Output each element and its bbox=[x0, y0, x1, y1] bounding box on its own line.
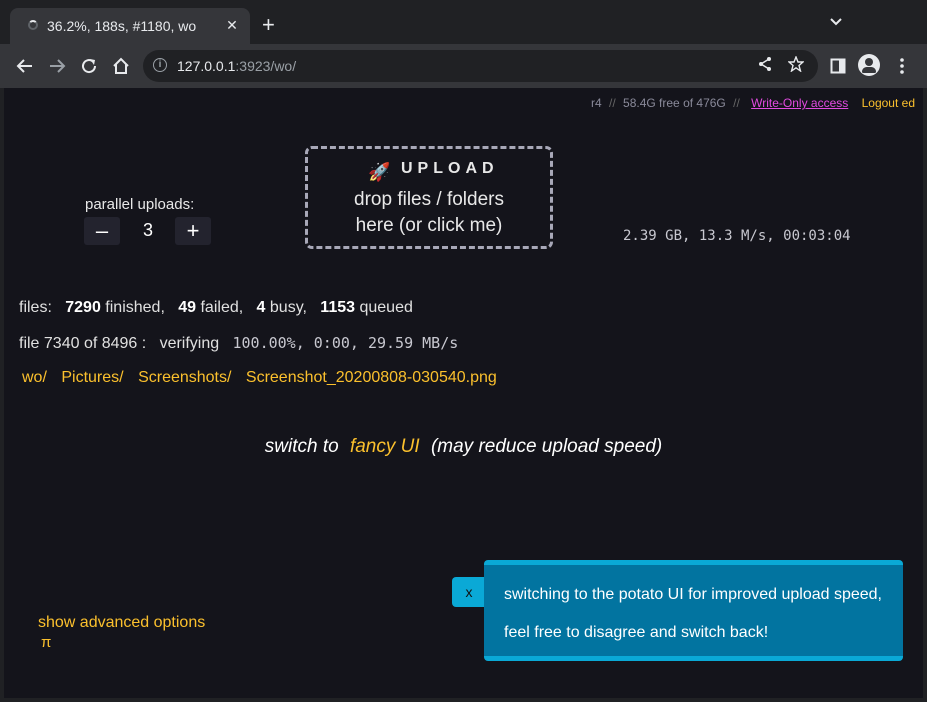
reload-icon[interactable] bbox=[77, 54, 101, 78]
address-bar[interactable]: i 127.0.0.1:3923/wo/ bbox=[143, 50, 818, 82]
parallel-uploads-label: parallel uploads: bbox=[85, 196, 195, 213]
file-index-label: file 7340 of 8496 : bbox=[19, 335, 147, 352]
toast-message-line2: feel free to disagree and switch back! bbox=[504, 624, 769, 641]
browser-tab[interactable]: 36.2%, 188s, #1180, wo ✕ bbox=[10, 8, 250, 44]
upload-hint-line2: here (or click me) bbox=[355, 215, 503, 236]
url-text[interactable]: 127.0.0.1:3923/wo/ bbox=[177, 58, 296, 74]
upload-hint-line1: drop files / folders bbox=[354, 189, 504, 210]
failed-label: failed, bbox=[200, 299, 244, 316]
file-progress: 100.00%, 0:00, 29.59 MB/s bbox=[232, 334, 459, 352]
file-status: verifying bbox=[159, 335, 220, 352]
loading-spinner-icon bbox=[28, 20, 38, 30]
queued-count: 1153 bbox=[320, 299, 356, 316]
browser-toolbar: i 127.0.0.1:3923/wo/ bbox=[0, 44, 927, 88]
server-info: r4 // 58.4G free of 476G // Write-Only a… bbox=[591, 96, 915, 110]
disk-space-label: 58.4G free of 476G bbox=[623, 96, 726, 110]
busy-label: busy, bbox=[269, 299, 307, 316]
fancy-ui-link[interactable]: fancy UI bbox=[350, 436, 420, 457]
tab-strip: 36.2%, 188s, #1180, wo ✕ + bbox=[0, 0, 927, 44]
close-tab-icon[interactable]: ✕ bbox=[222, 15, 242, 35]
access-level-link[interactable]: Write-Only access bbox=[751, 96, 848, 110]
forward-icon[interactable] bbox=[45, 54, 69, 78]
tab-title: 36.2%, 188s, #1180, wo bbox=[47, 18, 197, 34]
toast-message-line1: switching to the potato UI for improved … bbox=[504, 586, 882, 603]
switch-prefix: switch to bbox=[264, 436, 339, 457]
failed-count: 49 bbox=[178, 299, 197, 316]
star-icon[interactable] bbox=[787, 55, 805, 77]
page-content: r4 // 58.4G free of 476G // Write-Only a… bbox=[4, 88, 923, 698]
logout-link[interactable]: Logout ed bbox=[862, 96, 915, 110]
upload-dropzone[interactable]: 🚀 UPLOAD drop files / folders here (or c… bbox=[305, 146, 553, 249]
busy-count: 4 bbox=[256, 299, 266, 316]
new-tab-icon[interactable]: + bbox=[262, 14, 275, 36]
rocket-icon: 🚀 bbox=[368, 162, 391, 182]
increase-parallel-button[interactable]: + bbox=[175, 217, 211, 245]
toast-notification: switching to the potato UI for improved … bbox=[484, 560, 903, 661]
separator: // bbox=[733, 96, 740, 110]
tab-search-chevron-icon[interactable] bbox=[829, 14, 843, 30]
menu-icon[interactable] bbox=[890, 54, 914, 78]
breadcrumb-item[interactable]: Screenshots/ bbox=[138, 369, 231, 386]
finished-label: finished, bbox=[105, 299, 165, 316]
switch-suffix: (may reduce upload speed) bbox=[430, 436, 663, 457]
sidebar-icon[interactable] bbox=[826, 54, 850, 78]
breadcrumb: wo/ Pictures/ Screenshots/ Screenshot_20… bbox=[22, 369, 507, 387]
version-label: r4 bbox=[591, 96, 602, 110]
current-file-status: file 7340 of 8496 : verifying 100.00%, 0… bbox=[19, 334, 458, 353]
upload-stats: 2.39 GB, 13.3 M/s, 00:03:04 bbox=[623, 228, 851, 244]
avatar-icon[interactable] bbox=[858, 54, 880, 76]
share-icon[interactable] bbox=[757, 56, 773, 77]
back-icon[interactable] bbox=[13, 54, 37, 78]
close-toast-button[interactable]: x bbox=[452, 577, 486, 607]
info-icon[interactable]: i bbox=[153, 58, 167, 72]
decrease-parallel-button[interactable]: – bbox=[84, 217, 120, 245]
breadcrumb-item[interactable]: Screenshot_20200808-030540.png bbox=[246, 369, 497, 386]
parallel-uploads-value[interactable]: 3 bbox=[140, 220, 156, 241]
breadcrumb-item[interactable]: Pictures/ bbox=[61, 369, 123, 386]
separator: // bbox=[609, 96, 616, 110]
upload-hint: drop files / folders here (or click me) bbox=[308, 187, 550, 239]
switch-ui-line: switch to fancy UI (may reduce upload sp… bbox=[4, 436, 923, 458]
show-advanced-options-link[interactable]: show advanced options bbox=[38, 614, 205, 632]
home-icon[interactable] bbox=[109, 54, 133, 78]
queued-label: queued bbox=[359, 299, 413, 316]
breadcrumb-item[interactable]: wo/ bbox=[22, 369, 47, 386]
files-label: files: bbox=[19, 299, 52, 316]
upload-title: UPLOAD bbox=[401, 160, 499, 177]
pi-link[interactable]: π bbox=[41, 634, 51, 651]
finished-count: 7290 bbox=[65, 299, 101, 316]
file-counts: files: 7290 finished, 49 failed, 4 busy,… bbox=[19, 299, 413, 317]
